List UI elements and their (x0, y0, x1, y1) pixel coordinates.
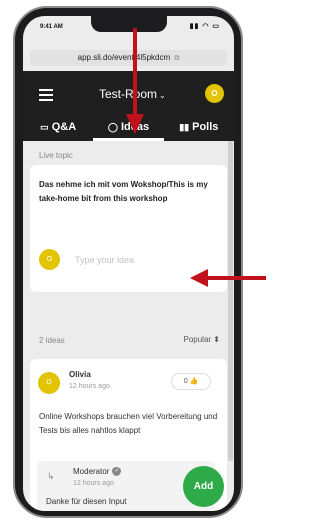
user-avatar[interactable]: O (205, 84, 224, 103)
annotation-arrow-left (190, 269, 266, 287)
tab-label: Polls (192, 121, 219, 133)
live-topic-label: Live topic (39, 151, 73, 160)
chat-bubbles-icon: ▭ (40, 122, 49, 132)
live-topic-text: Das nehme ich mit vom Wokshop/This is my… (39, 180, 208, 203)
avatar: O (38, 372, 60, 394)
tab-qa[interactable]: ▭ Q&A (23, 116, 93, 141)
reply-author-name: Moderator (73, 467, 110, 476)
reply-text: Danke für diesen Input (46, 497, 127, 506)
like-button[interactable]: 0 👍 (171, 373, 211, 390)
ideas-count: 2 ideas (39, 336, 65, 345)
bar-chart-icon: ▮▮ (179, 122, 190, 132)
hamburger-menu-icon[interactable] (39, 89, 53, 101)
shield-check-icon: ✓ (112, 467, 122, 477)
tab-polls[interactable]: ▮▮ Polls (164, 116, 234, 141)
reply-author: Moderator ✓ (73, 467, 122, 477)
idea-input[interactable] (75, 253, 205, 267)
copy-icon[interactable]: ⧉ (174, 55, 179, 62)
reply-timestamp: 12 hours ago (73, 480, 114, 487)
annotation-arrow-down (126, 28, 144, 134)
add-idea-button[interactable]: Add (183, 466, 224, 507)
lightbulb-icon: ◯ (107, 122, 118, 132)
avatar: O (39, 249, 60, 270)
idea-author: Olivia (69, 370, 91, 379)
status-icons: ▮▮ ◠ ▭ (189, 23, 220, 30)
chevron-down-icon: ⌄ (159, 91, 166, 100)
tab-label: Q&A (51, 121, 77, 133)
idea-text: Online Workshops brauchen viel Vorbereit… (39, 412, 218, 435)
ideas-content: Live topic Das nehme ich mit vom Wokshop… (23, 141, 234, 511)
scrollbar[interactable] (228, 141, 233, 461)
reply-arrow-icon: ↳ (47, 471, 55, 481)
idea-timestamp: 12 hours ago (69, 383, 110, 390)
sort-dropdown[interactable]: Popular ⬍ (184, 335, 221, 344)
status-time: 9:41 AM (40, 24, 63, 30)
